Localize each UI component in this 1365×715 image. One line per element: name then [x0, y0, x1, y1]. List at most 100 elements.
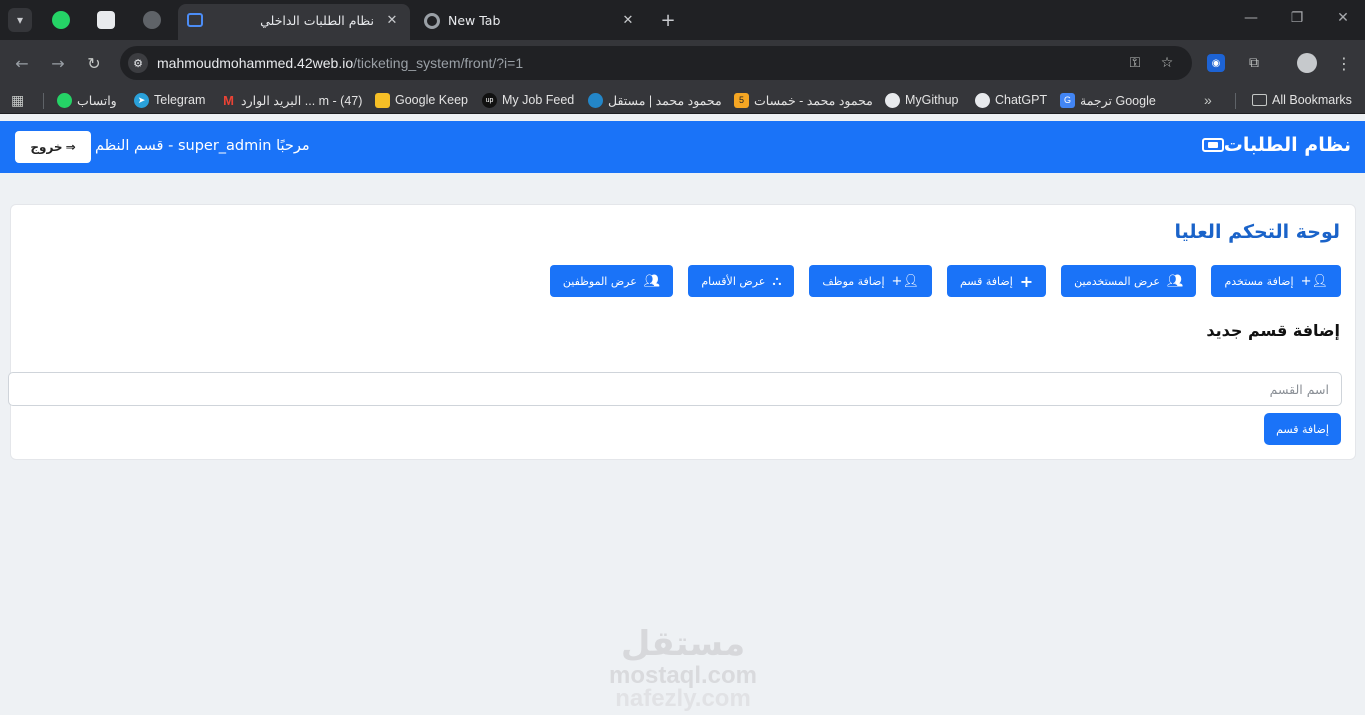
view-users-button[interactable]: 👥︎ عرض المستخدمين — [1061, 265, 1197, 297]
all-bookmarks-label: All Bookmarks — [1272, 93, 1352, 107]
app-brand[interactable]: نظام الطلبات — [1196, 134, 1351, 156]
apps-grid-icon: ▦ — [11, 91, 25, 108]
bookmark-label: Telegram — [154, 93, 206, 107]
new-tab-button[interactable]: + — [656, 8, 680, 32]
view-employees-button[interactable]: 👥︎ عرض الموظفين — [549, 265, 674, 297]
profile-avatar-icon[interactable] — [1297, 53, 1317, 73]
department-name-input[interactable] — [9, 373, 1341, 405]
pinned-tab-whatsapp[interactable] — [52, 11, 70, 29]
user-plus-icon: 👤︎+ — [891, 273, 919, 289]
chevron-down-icon: ▾ — [16, 13, 24, 27]
bookmark-separator — [43, 93, 44, 109]
reload-button[interactable]: ↻ — [82, 51, 106, 75]
bookmarks-bar: ▦ واتساب ➤ Telegram M البريد الوارد ... … — [0, 86, 1365, 114]
pinned-tab-chatgpt[interactable] — [97, 11, 115, 29]
button-label: عرض المستخدمين — [1074, 274, 1160, 288]
button-label: عرض الموظفين — [562, 274, 637, 288]
department-name-field — [8, 372, 1342, 406]
translate-icon: G — [1060, 92, 1075, 108]
whatsapp-icon — [57, 92, 72, 108]
close-window-button[interactable]: ✕ — [1333, 10, 1353, 26]
sitemap-icon: ⛬ — [772, 273, 782, 289]
browser-toolbar: ← → ↻ ⚙ mahmoudmohammed.42web.io/ticketi… — [0, 40, 1365, 86]
bookmark-telegram[interactable]: ➤ Telegram — [129, 91, 205, 109]
bookmark-label: محمود محمد | مستقل — [608, 93, 722, 108]
github-icon — [885, 92, 900, 108]
extensions-puzzle-icon[interactable]: ⧉ — [1243, 52, 1265, 74]
bookmark-whatsapp[interactable]: واتساب — [52, 91, 117, 109]
button-label: إضافة مستخدم — [1224, 274, 1294, 288]
add-department-button[interactable]: + إضافة قسم — [946, 265, 1047, 297]
close-tab-icon[interactable]: ✕ — [620, 12, 636, 28]
keep-icon — [375, 92, 390, 108]
logout-button[interactable]: خروج ⇒ — [15, 131, 91, 163]
tab-new-tab[interactable]: New Tab ✕ — [414, 4, 646, 40]
bookmark-label: ترجمة Google — [1080, 93, 1156, 108]
app-navbar: نظام الطلبات مرحبًا super_admin - قسم ال… — [0, 121, 1365, 173]
bookmark-google-keep[interactable]: Google Keep — [370, 91, 468, 109]
restore-button[interactable]: ❐ — [1287, 10, 1307, 26]
tab-title: نظام الطلبات الداخلي — [260, 13, 374, 28]
dashboard-card: لوحة التحكم العليا 👤︎+ إضافة مستخدم 👥︎ ع… — [8, 204, 1356, 460]
bookmark-label: Google Keep — [395, 93, 468, 107]
bookmark-khamsat[interactable]: 5 محمود محمد - خمسات — [729, 91, 873, 109]
welcome-text: مرحبًا super_admin - قسم النظم — [95, 138, 310, 154]
bookmark-github[interactable]: MyGithup — [880, 91, 959, 109]
apps-grid-button[interactable]: ▦ — [11, 91, 24, 109]
bookmark-label: ChatGPT — [995, 93, 1048, 107]
gmail-icon: M — [223, 92, 234, 108]
khamsat-icon: 5 — [734, 92, 749, 108]
upwork-icon: up — [482, 92, 497, 108]
bookmark-chatgpt[interactable]: ChatGPT — [970, 91, 1047, 109]
tab-search-button[interactable]: ▾ — [8, 8, 32, 32]
brand-title: نظام الطلبات — [1223, 134, 1351, 156]
folder-icon — [1252, 94, 1267, 106]
tab-ticketing[interactable]: نظام الطلبات الداخلي ✕ — [178, 4, 410, 40]
chrome-favicon-icon — [424, 13, 440, 29]
users-icon: 👥︎ — [643, 273, 661, 289]
address-bar[interactable]: ⚙ mahmoudmohammed.42web.io/ticketing_sys… — [120, 46, 1192, 80]
watermark-line: nafezly.com — [615, 685, 751, 712]
more-bookmarks-button[interactable]: » — [1204, 91, 1212, 109]
section-title: إضافة قسم جديد — [1206, 321, 1340, 340]
bookmark-star-icon[interactable]: ☆ — [1158, 54, 1176, 72]
menu-kebab-icon[interactable]: ⋮ — [1333, 52, 1355, 74]
add-employee-button[interactable]: 👤︎+ إضافة موظف — [809, 265, 932, 297]
bookmark-label: البريد الوارد ... m - (47) — [241, 93, 363, 108]
chatgpt-icon — [975, 92, 990, 108]
bookmark-label: MyGithup — [905, 93, 959, 107]
all-bookmarks-button[interactable]: All Bookmarks — [1247, 91, 1352, 109]
action-buttons: 👤︎+ إضافة مستخدم 👥︎ عرض المستخدمين + إضا… — [549, 265, 1341, 297]
bookmark-mostaql[interactable]: محمود محمد | مستقل — [583, 91, 722, 109]
minimize-button[interactable]: — — [1241, 10, 1261, 26]
plus-icon: + — [660, 9, 676, 31]
url-path: /ticketing_system/front/?i=1 — [353, 55, 524, 71]
submit-department-button[interactable]: إضافة قسم — [1264, 413, 1341, 445]
tab-title: New Tab — [448, 13, 501, 28]
button-label: إضافة موظف — [822, 274, 885, 288]
bookmark-google-translate[interactable]: G ترجمة Google — [1055, 91, 1156, 109]
extension-translate-icon[interactable]: ◉ — [1207, 54, 1225, 72]
user-plus-icon: 👤︎+ — [1300, 273, 1328, 289]
bookmark-job-feed[interactable]: up My Job Feed — [477, 91, 574, 109]
url-host: mahmoudmohammed.42web.io — [157, 55, 354, 71]
pinned-tab-globe[interactable] — [143, 11, 161, 29]
close-tab-icon[interactable]: ✕ — [384, 12, 400, 28]
arrow-left-icon: ← — [15, 53, 29, 73]
add-user-button[interactable]: 👤︎+ إضافة مستخدم — [1211, 265, 1341, 297]
bookmark-label: My Job Feed — [502, 93, 575, 107]
sign-out-icon: ⇒ — [65, 140, 76, 154]
bookmark-gmail[interactable]: M البريد الوارد ... m - (47) — [216, 91, 362, 109]
mostaql-icon — [588, 92, 603, 108]
site-settings-icon[interactable]: ⚙ — [128, 53, 148, 73]
key-icon[interactable]: ⚿ — [1126, 54, 1144, 72]
url-text[interactable]: mahmoudmohammed.42web.io/ticketing_syste… — [157, 55, 523, 71]
arrow-right-icon: → — [51, 53, 65, 73]
telegram-icon: ➤ — [134, 92, 149, 108]
bookmark-label: محمود محمد - خمسات — [754, 93, 873, 108]
users-icon: 👥︎ — [1166, 273, 1184, 289]
forward-button[interactable]: → — [46, 51, 70, 75]
view-departments-button[interactable]: ⛬ عرض الأقسام — [688, 265, 795, 297]
bookmark-label: واتساب — [77, 93, 117, 108]
back-button[interactable]: ← — [10, 51, 34, 75]
